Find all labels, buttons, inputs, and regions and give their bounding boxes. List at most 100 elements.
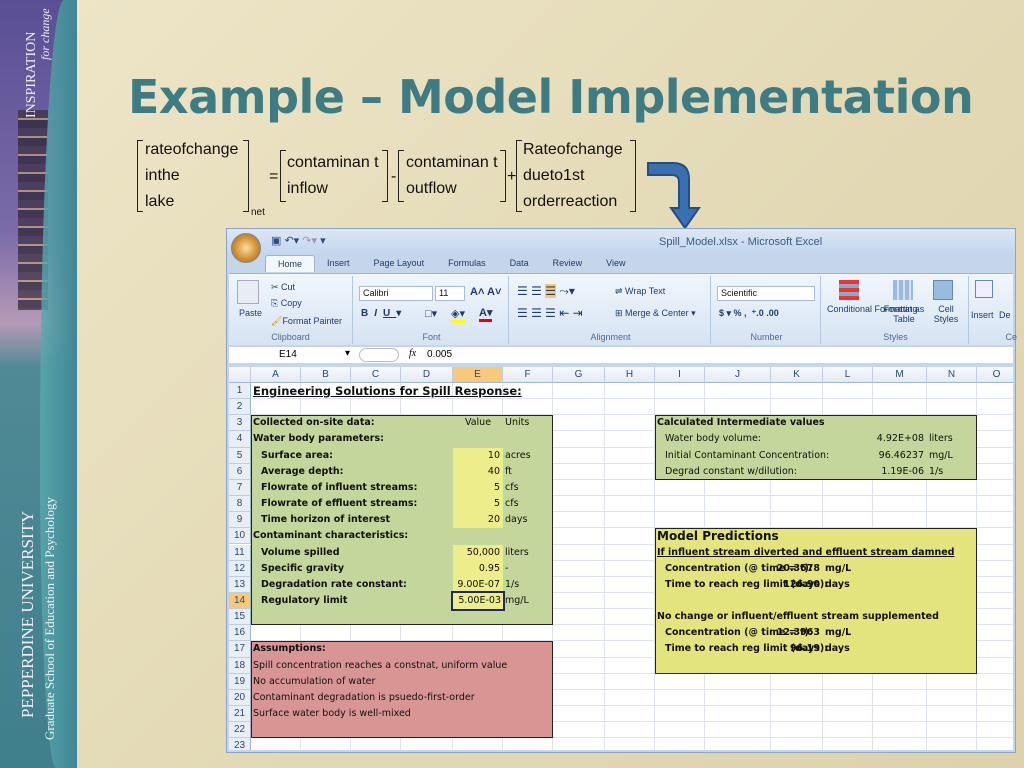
column-header[interactable]: B	[301, 367, 351, 383]
name-box[interactable]: E14	[279, 349, 297, 360]
row-header[interactable]: 20	[229, 689, 251, 706]
row-header[interactable]: 18	[229, 657, 251, 674]
cell-f7[interactable]: cfs	[505, 480, 519, 496]
row-header[interactable]: 2	[229, 399, 251, 416]
tab-insert[interactable]: Insert	[315, 255, 362, 272]
column-header[interactable]: K	[771, 367, 823, 383]
select-all-corner[interactable]	[229, 367, 251, 383]
row-header[interactable]: 9	[229, 512, 251, 529]
row-header[interactable]: 17	[229, 641, 251, 658]
cell-a6[interactable]: Average depth:	[261, 464, 343, 480]
cell-f3[interactable]: Units	[505, 415, 529, 431]
cell-k12[interactable]: 20.3678	[711, 561, 820, 577]
vertical-align-icons[interactable]: ☰ ☰ ☰ ⤳▾	[517, 284, 575, 299]
worksheet-grid[interactable]: A B C D E F G H I J K L M N O 1 2 3 4 5 6 7 8 9 10 11 12 13 14 15 16 17…	[229, 367, 1013, 750]
row-header[interactable]: 3	[229, 415, 251, 432]
cell-i11[interactable]: If influent stream diverted and effluent…	[657, 545, 954, 561]
tab-data[interactable]: Data	[498, 255, 541, 272]
tab-home[interactable]: Home	[265, 255, 316, 272]
cell-m4[interactable]: 4.92E+08	[813, 431, 924, 447]
merge-center-button[interactable]: ⊞ Merge & Center ▾	[615, 308, 696, 319]
column-header[interactable]: L	[823, 367, 873, 383]
cell-a4[interactable]: Water body parameters:	[253, 431, 384, 447]
cell-f6[interactable]: ft	[505, 464, 512, 480]
row-header[interactable]: 14	[229, 592, 251, 610]
cell-a21[interactable]: Surface water body is well-mixed	[253, 706, 411, 722]
cell-a18[interactable]: Spill concentration reaches a constnat, …	[253, 658, 507, 674]
cell-e7[interactable]: 5	[393, 480, 500, 496]
row-header[interactable]: 8	[229, 496, 251, 513]
copy-button[interactable]: ⎘ Copy	[271, 298, 302, 309]
formula-bar-handle[interactable]	[359, 348, 399, 362]
cell-a5[interactable]: Surface area:	[261, 448, 333, 464]
row-header[interactable]: 15	[229, 609, 251, 626]
font-color-icon[interactable]: A▾	[479, 306, 493, 322]
row-header[interactable]: 6	[229, 463, 251, 480]
cell-f8[interactable]: cfs	[505, 496, 519, 512]
undo-icon[interactable]: ↶▾	[284, 235, 299, 247]
number-format-dropdown[interactable]: Scientific	[717, 286, 815, 301]
cell-a17[interactable]: Assumptions:	[253, 641, 326, 657]
cell-i15[interactable]: No change or influent/effluent stream su…	[657, 609, 939, 625]
wrap-text-button[interactable]: ⇌ Wrap Text	[615, 286, 665, 297]
cell-f11[interactable]: liters	[505, 545, 529, 561]
fill-color-icon[interactable]: ◈▾	[451, 307, 465, 323]
column-header[interactable]: G	[553, 367, 605, 383]
cell-a14[interactable]: Regulatory limit	[261, 593, 347, 609]
cell-f5[interactable]: acres	[505, 448, 531, 464]
cell-l13[interactable]: days	[825, 577, 850, 593]
office-button[interactable]	[231, 233, 261, 263]
row-header[interactable]: 7	[229, 479, 251, 497]
row-header[interactable]: 4	[229, 431, 251, 448]
cell-f14[interactable]: mg/L	[505, 593, 529, 609]
cell-a3[interactable]: Collected on-site data:	[253, 415, 375, 431]
column-header[interactable]: F	[503, 367, 553, 383]
cell-e12[interactable]: 0.95	[393, 561, 500, 577]
cell-i10[interactable]: Model Predictions	[657, 528, 779, 544]
cell-m6[interactable]: 1.19E-06	[813, 464, 924, 480]
column-header[interactable]: D	[401, 367, 453, 383]
column-header[interactable]: N	[927, 367, 977, 383]
row-header[interactable]: 12	[229, 560, 251, 577]
cell-n5[interactable]: mg/L	[929, 448, 953, 464]
row-header[interactable]: 21	[229, 706, 251, 723]
column-header[interactable]: M	[873, 367, 927, 383]
format-as-table-button[interactable]: Format as Table	[881, 304, 927, 324]
cell-n4[interactable]: liters	[929, 431, 953, 447]
row-header[interactable]: 10	[229, 528, 251, 545]
column-header[interactable]: C	[351, 367, 401, 383]
tab-view[interactable]: View	[594, 255, 637, 272]
cell-k13[interactable]: 126.90	[711, 577, 820, 593]
horizontal-align-icons[interactable]: ☰ ☰ ☰ ⇤ ⇥	[517, 306, 583, 320]
cell-i6[interactable]: Degrad constant w/dilution:	[665, 464, 797, 480]
cut-button[interactable]: ✂ Cut	[271, 282, 295, 293]
column-header[interactable]: A	[251, 367, 301, 383]
column-header[interactable]: E	[453, 367, 503, 383]
cell-a12[interactable]: Specific gravity	[261, 561, 344, 577]
cell-k17[interactable]: 96.19	[711, 641, 820, 657]
save-icon[interactable]: ▣	[271, 235, 281, 247]
row-header[interactable]: 16	[229, 625, 251, 642]
cell-f13[interactable]: 1/s	[505, 577, 519, 593]
cell-n6[interactable]: 1/s	[929, 464, 943, 480]
cell-k16[interactable]: 12.3963	[711, 625, 820, 641]
row-header[interactable]: 23	[229, 738, 251, 750]
cell-e14[interactable]: 5.00E-03	[451, 590, 505, 612]
row-header[interactable]: 1	[229, 383, 251, 400]
cell-l17[interactable]: days	[825, 641, 850, 657]
cell-e11[interactable]: 50,000	[393, 545, 500, 561]
number-format-buttons[interactable]: $ ▾ % , ⁺.0 .00	[719, 308, 779, 319]
row-header[interactable]: 5	[229, 447, 251, 464]
cell-a20[interactable]: Contaminant degradation is psuedo-first-…	[253, 690, 475, 706]
cell-a9[interactable]: Time horizon of interest	[261, 512, 390, 528]
cell-e8[interactable]: 5	[393, 496, 500, 512]
paste-button[interactable]: Paste	[239, 308, 262, 318]
column-header[interactable]: J	[705, 367, 771, 383]
row-header[interactable]: 22	[229, 722, 251, 739]
cell-e5[interactable]: 10	[393, 448, 500, 464]
cell-i3[interactable]: Calculated Intermediate values	[657, 415, 825, 431]
cell-e3[interactable]: Value	[453, 415, 503, 431]
column-header[interactable]: I	[655, 367, 705, 383]
column-header[interactable]: H	[605, 367, 655, 383]
tab-page-layout[interactable]: Page Layout	[362, 255, 437, 272]
